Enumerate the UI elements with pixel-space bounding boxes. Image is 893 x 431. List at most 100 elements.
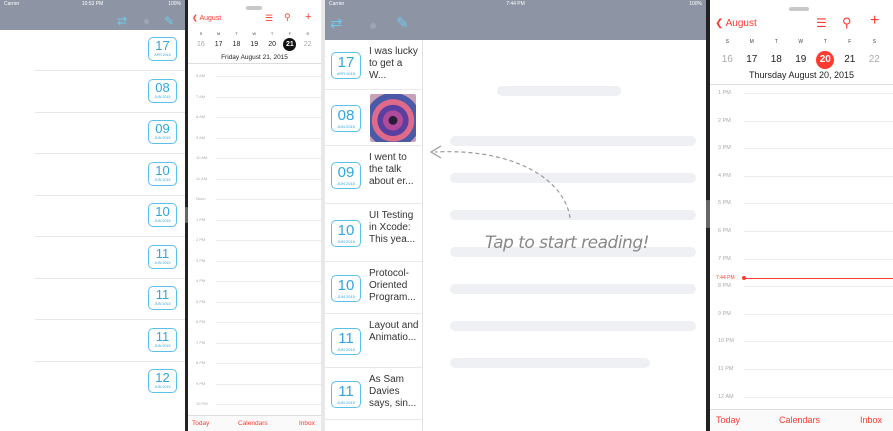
grabber-handle[interactable]	[246, 6, 262, 10]
inbox-tab[interactable]: Inbox	[299, 420, 315, 427]
hour-label: 2 PM	[196, 237, 206, 242]
badge-day: 09	[155, 121, 170, 136]
hour-label: 4 PM	[718, 172, 731, 179]
date-badge: 11 JUN 2015	[148, 244, 177, 269]
day-number[interactable]: 19	[792, 51, 810, 69]
day-number[interactable]: 21	[841, 51, 859, 69]
weekday-label: S	[872, 39, 876, 45]
hour-label: 1 PM	[196, 216, 206, 222]
add-icon[interactable]: +	[305, 11, 311, 23]
badge-day: 17	[155, 38, 170, 53]
date-badge: 10 JUN 2015	[148, 161, 177, 186]
back-button[interactable]: ❮ August	[192, 14, 221, 22]
weekday-label: W	[252, 31, 257, 36]
badge-day: 12	[155, 370, 170, 385]
day-number[interactable]: 19	[248, 38, 261, 51]
tab-bar: Today Calendars Inbox	[710, 409, 893, 431]
back-label: August	[725, 18, 757, 29]
day-number[interactable]: 20	[266, 38, 279, 51]
header-divider	[188, 63, 321, 64]
tap-to-read-hint[interactable]: Tap to start reading!	[485, 233, 649, 253]
sync-icon[interactable]: ⇄	[117, 15, 127, 27]
row-separator	[35, 153, 185, 154]
list-item[interactable]: 08 JUN 2015	[0, 74, 185, 115]
selected-day[interactable]: 20	[816, 51, 835, 69]
list-item[interactable]: 12 JUN 2015	[0, 364, 185, 405]
record-icon[interactable]: ●	[143, 15, 150, 27]
date-badge: 08 JUN 2015	[148, 78, 177, 103]
hour-label: 6 PM	[196, 319, 206, 324]
hour-label: 9 AM	[196, 134, 206, 140]
date-badge: 09 JUN 2015	[148, 120, 177, 144]
left-app-panel: Carrier 10:53 PM 100% ⇄ ● ✎ 17 APR 2015 08…	[0, 0, 185, 431]
row-separator	[35, 70, 185, 71]
hour-label: 10 PM	[196, 401, 208, 406]
date-title: Friday August 21, 2015	[221, 54, 288, 61]
curved-arrow-icon	[429, 145, 571, 219]
today-tab[interactable]: Today	[192, 420, 209, 427]
hour-line	[216, 117, 321, 118]
search-icon[interactable]: ⚲	[842, 15, 852, 31]
tab-bar: Today Calendars Inbox	[188, 415, 321, 431]
weekday-label: W	[798, 39, 804, 45]
hour-line	[216, 301, 321, 303]
back-button[interactable]: ❮ August	[715, 18, 757, 29]
badge-day: 10	[155, 204, 170, 219]
list-item[interactable]: 10 JUN 2015	[0, 157, 185, 198]
current-time-label: 7:44 PM	[716, 275, 735, 281]
hour-line	[216, 383, 321, 385]
list-item[interactable]: 10 JUN 2015	[0, 198, 185, 239]
date-badge: 17 APR 2015	[148, 37, 177, 61]
hour-label: 9 PM	[196, 380, 206, 386]
hour-line	[744, 286, 893, 288]
day-number[interactable]: 17	[743, 51, 761, 69]
day-number[interactable]: 16	[194, 38, 207, 51]
list-icon[interactable]: ☰	[816, 16, 827, 30]
search-icon[interactable]: ⚲	[284, 12, 291, 23]
day-number[interactable]: 16	[718, 51, 736, 69]
list-item[interactable]: 09 JUN 2015	[0, 115, 185, 156]
badge-day: 10	[155, 162, 170, 178]
add-icon[interactable]: +	[870, 12, 879, 30]
hour-line	[744, 231, 893, 232]
day-number[interactable]: 22	[301, 38, 314, 51]
badge-month: JUN 2015	[154, 94, 171, 99]
weekday-label: F	[848, 39, 852, 45]
date-badge: 12 JUN 2015	[148, 369, 177, 393]
hour-line	[216, 219, 321, 221]
badge-month: JUN 2015	[154, 260, 171, 265]
compose-icon[interactable]: ✎	[164, 15, 174, 27]
today-tab[interactable]: Today	[716, 415, 740, 425]
hour-label: 1 PM	[718, 90, 731, 96]
inbox-tab[interactable]: Inbox	[860, 415, 882, 425]
hour-line	[744, 313, 893, 315]
hour-line	[216, 199, 321, 200]
day-number[interactable]: 17	[212, 38, 225, 51]
weekday-label: T	[823, 39, 827, 45]
list-item[interactable]: 11 JUN 2015	[0, 281, 185, 322]
hour-label: 3 PM	[196, 257, 206, 263]
list-item[interactable]: 11 JUN 2015	[0, 240, 185, 281]
navigation-bar: Carrier 10:53 PM 100% ⇄ ● ✎	[0, 0, 185, 30]
selected-day[interactable]: 21	[283, 38, 297, 51]
hour-line	[744, 341, 893, 343]
list-item[interactable]: 17 APR 2015	[0, 32, 185, 73]
hour-line	[744, 258, 893, 260]
hour-line	[216, 281, 321, 282]
day-number[interactable]: 18	[230, 38, 243, 51]
weekday-label: S	[199, 31, 203, 36]
list-icon[interactable]: ☰	[265, 13, 273, 24]
calendars-tab[interactable]: Calendars	[238, 420, 268, 427]
chevron-left-icon: ❮	[715, 18, 724, 29]
hour-line	[216, 137, 321, 139]
badge-month: JUN 2015	[154, 302, 171, 306]
grabber-handle[interactable]	[789, 7, 809, 11]
list-item[interactable]: 11 JUN 2015	[0, 323, 185, 364]
calendars-tab[interactable]: Calendars	[779, 415, 820, 425]
hour-label: 8 PM	[718, 283, 731, 290]
hour-line	[216, 322, 321, 323]
badge-month: JUN 2015	[154, 343, 171, 348]
day-number[interactable]: 18	[767, 51, 785, 69]
day-number[interactable]: 22	[865, 51, 883, 69]
weekday-label: S	[306, 31, 310, 36]
